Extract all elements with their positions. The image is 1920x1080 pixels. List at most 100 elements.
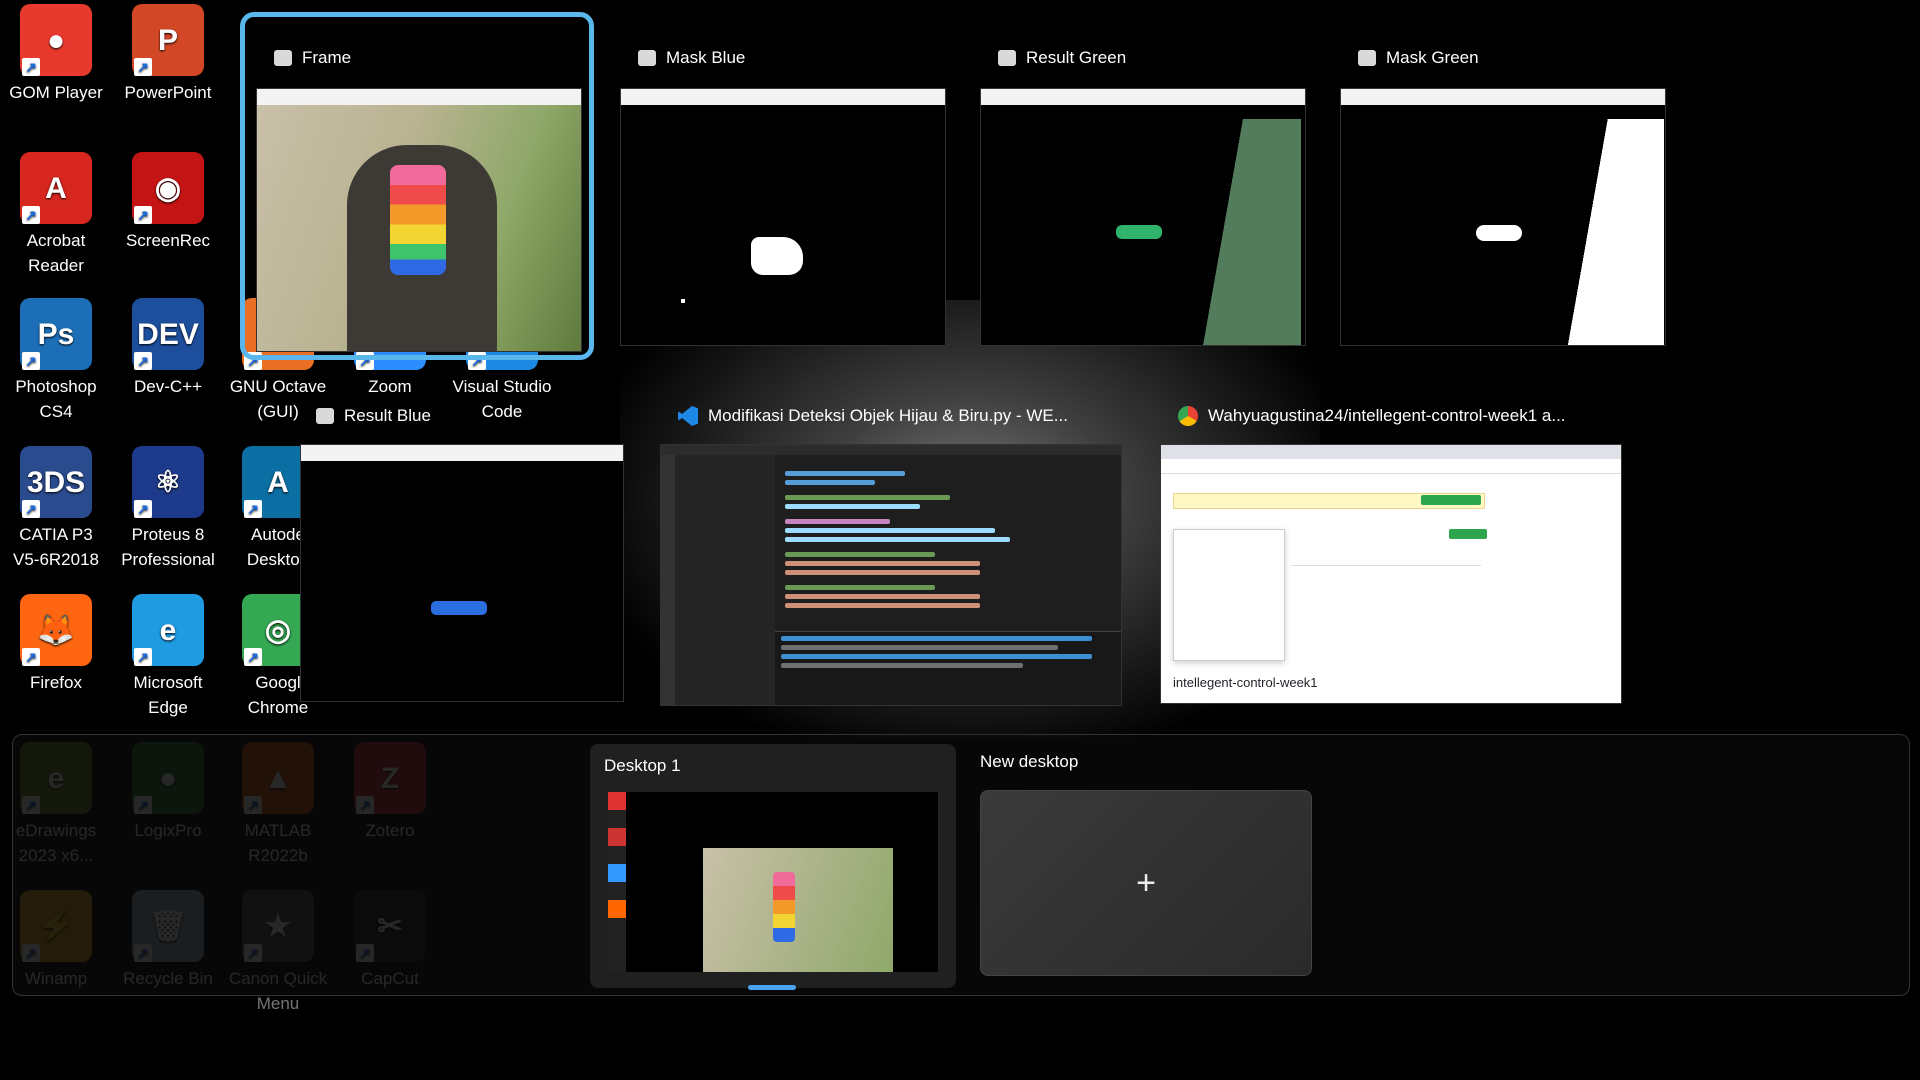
window-title: Mask Blue	[666, 48, 746, 67]
shortcut-arrow-icon: ↗	[22, 352, 40, 370]
desktop-shortcut-proteus[interactable]: ⚛ ↗ Proteus 8 Professional	[116, 446, 220, 572]
chrome-tabbar	[1161, 445, 1621, 459]
window-title: Wahyuagustina24/intellegent-control-week…	[1208, 406, 1566, 425]
new-desktop-label: New desktop	[980, 752, 1079, 771]
camera-feed	[257, 105, 581, 351]
vscode-explorer	[675, 455, 775, 705]
compare-pull-request-button	[1421, 495, 1481, 505]
new-desktop-button[interactable]: +	[980, 790, 1312, 976]
vscode-terminal	[775, 631, 1121, 705]
mask-blob	[1476, 225, 1522, 241]
shortcut-arrow-icon: ↗	[244, 500, 262, 518]
file-list	[1291, 565, 1481, 646]
dev-cpp-icon: DEV ↗	[132, 298, 204, 370]
window-icon	[1358, 50, 1376, 66]
shortcut-arrow-icon: ↗	[134, 648, 152, 666]
code-button	[1449, 529, 1487, 539]
desktop-shortcut-label: Firefox	[30, 673, 82, 692]
shortcut-arrow-icon: ↗	[22, 58, 40, 76]
window-title: Result Green	[1026, 48, 1127, 67]
desktop-shortcut-label: Photoshop CS4	[15, 377, 97, 421]
blue-object	[431, 601, 487, 615]
colored-object	[390, 165, 446, 275]
desktop-shortcut-label: Proteus 8 Professional	[121, 525, 215, 569]
window-thumbnail	[1340, 88, 1666, 346]
desktop-shortcut-screenrec[interactable]: ◉ ↗ ScreenRec	[116, 152, 220, 253]
chrome-addressbar	[1161, 459, 1621, 474]
virtual-desktops-strip	[12, 734, 1910, 996]
green-area	[1201, 119, 1301, 345]
chrome-icon	[1178, 406, 1198, 426]
mask-area	[1556, 119, 1664, 345]
preview-frame-window	[703, 848, 893, 972]
window-titlebar	[301, 445, 623, 461]
window-thumbnail	[660, 444, 1122, 706]
gom-player-icon: ● ↗	[20, 4, 92, 76]
shortcut-arrow-icon: ↗	[244, 648, 262, 666]
microsoft-edge-icon: e ↗	[132, 594, 204, 666]
firefox-icon: 🦊 ↗	[20, 594, 92, 666]
window-title: Frame	[302, 48, 352, 67]
catia-icon: 3DS ↗	[20, 446, 92, 518]
window-title: Result Blue	[344, 406, 431, 425]
plus-icon: +	[1136, 863, 1156, 902]
preview-icons	[608, 792, 626, 972]
desktop-shortcut-firefox[interactable]: 🦊 ↗ Firefox	[4, 594, 108, 695]
desktop-shortcut-label: GNU Octave (GUI)	[229, 377, 327, 421]
proteus-icon: ⚛ ↗	[132, 446, 204, 518]
desktop-shortcut-label: PowerPoint	[124, 83, 212, 102]
active-desktop-indicator	[748, 985, 796, 990]
shortcut-arrow-icon: ↗	[134, 500, 152, 518]
vscode-code-area	[785, 467, 1085, 608]
desktop-1-label: Desktop 1	[604, 756, 681, 775]
window-titlebar	[257, 89, 581, 105]
vscode-activity-bar	[661, 455, 675, 705]
window-titlebar	[1341, 89, 1665, 105]
shortcut-arrow-icon: ↗	[134, 58, 152, 76]
desktop-1-preview	[608, 792, 938, 972]
window-icon	[274, 50, 292, 66]
window-thumbnail	[620, 88, 946, 346]
desktop-shortcut-acrobat-reader[interactable]: A ↗ Acrobat Reader	[4, 152, 108, 278]
window-thumbnail	[256, 88, 582, 352]
desktop-shortcut-dev-cpp[interactable]: DEV ↗ Dev-C++	[116, 298, 220, 399]
photoshop-icon: Ps ↗	[20, 298, 92, 370]
desktop-shortcut-label: GOM Player	[9, 83, 103, 102]
desktop-shortcut-microsoft-edge[interactable]: e ↗ Microsoft Edge	[116, 594, 220, 720]
window-thumbnail	[300, 444, 624, 702]
desktop-1-thumbnail[interactable]: Desktop 1	[590, 744, 956, 990]
acrobat-reader-icon: A ↗	[20, 152, 92, 224]
branch-dropdown	[1173, 529, 1285, 661]
vscode-menubar	[661, 445, 1121, 455]
shortcut-arrow-icon: ↗	[22, 648, 40, 666]
desktop-shortcut-gom-player[interactable]: ● ↗ GOM Player	[4, 4, 108, 105]
window-icon	[316, 408, 334, 424]
mask-blob	[751, 237, 803, 275]
mask-noise	[681, 299, 685, 303]
desktop-shortcut-label: Acrobat Reader	[26, 231, 86, 275]
window-title: Modifikasi Deteksi Objek Hijau & Biru.py…	[708, 406, 1068, 425]
desktop-shortcut-photoshop[interactable]: Ps ↗ Photoshop CS4	[4, 298, 108, 424]
desktop-shortcut-catia[interactable]: 3DS ↗ CATIA P3 V5-6R2018	[4, 446, 108, 572]
desktop-shortcut-label: Dev-C++	[133, 377, 203, 396]
shortcut-arrow-icon: ↗	[22, 500, 40, 518]
window-thumbnail	[980, 88, 1306, 346]
desktop-shortcut-powerpoint[interactable]: P ↗ PowerPoint	[116, 4, 220, 105]
desktop-shortcut-label: Zoom	[368, 377, 412, 396]
window-icon	[998, 50, 1016, 66]
window-titlebar	[981, 89, 1305, 105]
repo-readme-title: intellegent-control-week1	[1173, 675, 1318, 690]
window-icon	[638, 50, 656, 66]
shortcut-arrow-icon: ↗	[134, 352, 152, 370]
desktop-shortcut-label: Visual Studio Code	[452, 377, 552, 421]
shortcut-arrow-icon: ↗	[134, 206, 152, 224]
screenrec-icon: ◉ ↗	[132, 152, 204, 224]
green-object	[1116, 225, 1162, 239]
desktop-shortcut-label: Microsoft Edge	[133, 673, 203, 717]
window-title: Mask Green	[1386, 48, 1479, 67]
powerpoint-icon: P ↗	[132, 4, 204, 76]
window-thumbnail: intellegent-control-week1	[1160, 444, 1622, 704]
window-titlebar	[621, 89, 945, 105]
shortcut-arrow-icon: ↗	[22, 206, 40, 224]
preview-colored-object	[773, 872, 795, 942]
